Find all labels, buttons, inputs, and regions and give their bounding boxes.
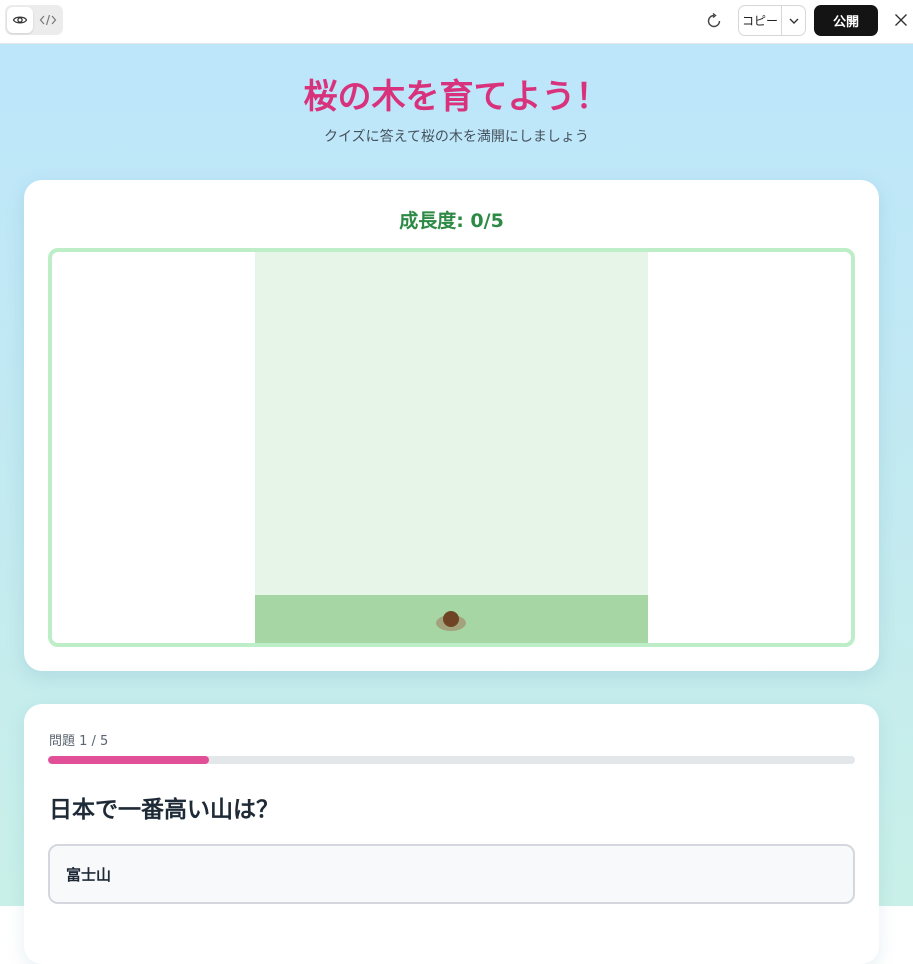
page-subtitle: クイズに答えて桜の木を満開にしましょう <box>324 129 589 145</box>
top-toolbar: コピー 公開 <box>0 0 913 44</box>
view-mode-toggle <box>5 5 63 35</box>
publish-button[interactable]: 公開 <box>814 5 878 36</box>
eye-icon <box>12 16 28 24</box>
copy-button-group: コピー <box>738 5 806 36</box>
question-text: 日本で一番高い山は？ <box>49 797 279 823</box>
refresh-icon <box>707 12 721 28</box>
sky-area <box>255 252 648 595</box>
code-mode-button[interactable] <box>35 7 61 33</box>
question-counter: 問題 1 / 5 <box>49 734 109 749</box>
answer-option[interactable]: 富士山 <box>48 844 855 904</box>
code-icon <box>39 14 57 26</box>
tree-card: 成長度: 0/5 <box>24 180 879 671</box>
copy-button[interactable]: コピー <box>739 6 781 35</box>
close-button[interactable] <box>889 8 913 32</box>
tree-scene <box>255 252 648 643</box>
seed-icon <box>443 611 459 627</box>
growth-level: 成長度: 0/5 <box>399 210 504 232</box>
preview-mode-button[interactable] <box>7 7 33 33</box>
quiz-app: 桜の木を育てよう！ クイズに答えて桜の木を満開にしましょう 成長度: 0/5 問… <box>0 44 913 964</box>
quiz-progress-fill <box>48 756 210 764</box>
refresh-button[interactable] <box>701 8 727 34</box>
close-icon <box>895 14 907 26</box>
tree-canvas <box>48 248 855 647</box>
quiz-card: 問題 1 / 5 日本で一番高い山は？ 富士山 <box>24 704 879 964</box>
copy-options-button[interactable] <box>782 6 805 35</box>
page-title: 桜の木を育てよう！ <box>303 77 610 117</box>
quiz-progress-bar <box>48 756 855 764</box>
chevron-down-icon <box>789 18 798 24</box>
